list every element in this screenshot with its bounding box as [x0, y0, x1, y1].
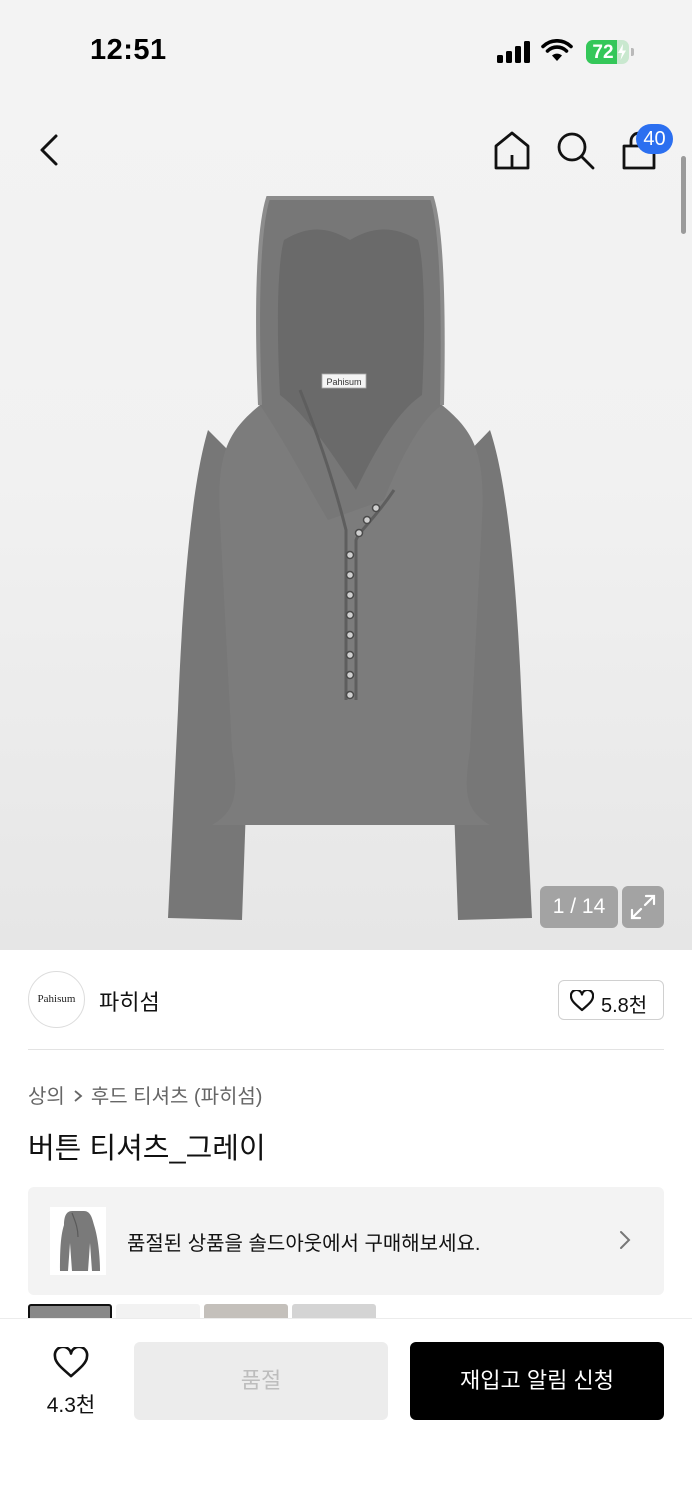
label-tag-text: Pahisum — [326, 377, 361, 387]
restock-alert-button[interactable]: 재입고 알림 신청 — [410, 1342, 664, 1420]
product-image[interactable]: Pahisum — [160, 190, 540, 930]
image-counter: 1 / 14 — [540, 886, 618, 928]
battery-percent: 72 — [592, 42, 614, 63]
breadcrumb-subcategory[interactable]: 후드 티셔츠 (파히섬) — [91, 1086, 263, 1108]
soldout-banner[interactable]: 품절된 상품을 솔드아웃에서 구매해보세요. — [28, 1187, 664, 1295]
back-icon[interactable] — [30, 128, 70, 172]
product-gallery[interactable]: 40 Pahisum 1 / 14 — [0, 100, 692, 950]
wishlist-count: 4.3천 — [46, 1394, 96, 1417]
thumbnail[interactable] — [292, 1304, 376, 1318]
search-icon[interactable] — [553, 128, 597, 172]
status-time: 12:51 — [90, 34, 167, 66]
thumbnail-strip[interactable] — [28, 1304, 664, 1318]
thumbnail[interactable] — [28, 1304, 112, 1318]
breadcrumb-category[interactable]: 상의 — [28, 1086, 65, 1108]
breadcrumb: 상의 후드 티셔츠 (파히섬) — [28, 1080, 262, 1109]
expand-icon[interactable] — [622, 886, 664, 928]
wifi-icon — [541, 39, 573, 61]
brand-name[interactable]: 파히섬 — [99, 985, 160, 1017]
home-icon[interactable] — [490, 128, 534, 172]
brand-logo[interactable]: Pahisum — [28, 971, 85, 1028]
chevron-right-icon — [620, 1231, 631, 1249]
thumbnail[interactable] — [204, 1304, 288, 1318]
heart-icon — [53, 1347, 89, 1378]
soldout-thumbnail — [50, 1207, 106, 1275]
cart-count-badge: 40 — [636, 124, 673, 154]
cellular-signal-icon — [497, 41, 531, 63]
bottom-action-bar: 4.3천 품절 재입고 알림 신청 — [0, 1318, 692, 1500]
brand-logo-text: Pahisum — [37, 993, 76, 1005]
brand-like-button[interactable]: 5.8천 — [558, 980, 664, 1020]
chevron-right-icon — [73, 1086, 83, 1109]
divider — [28, 1049, 664, 1050]
soldout-button: 품절 — [134, 1342, 388, 1420]
wishlist-button[interactable]: 4.3천 — [28, 1341, 114, 1421]
battery-icon: 72 — [586, 40, 634, 64]
product-title: 버튼 티셔츠_그레이 — [28, 1133, 266, 1165]
thumbnail[interactable] — [116, 1304, 200, 1318]
status-bar: 12:51 72 — [0, 0, 692, 100]
soldout-banner-text: 품절된 상품을 솔드아웃에서 구매해보세요. — [127, 1233, 481, 1255]
brand-like-count: 5.8천 — [601, 995, 648, 1017]
scrollbar[interactable] — [681, 156, 686, 234]
heart-icon — [570, 990, 594, 1012]
